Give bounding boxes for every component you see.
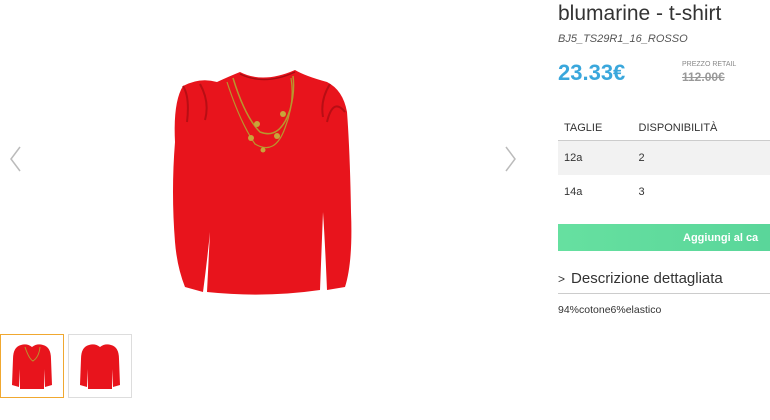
retail-price-label: PREZZO RETAIL — [682, 61, 737, 68]
thumbnail-1[interactable] — [0, 334, 64, 398]
sizes-header-taglie: TAGLIE — [558, 116, 629, 141]
size-value: 14a — [564, 186, 583, 198]
description-text: 94%cotone6%elastico — [558, 304, 662, 316]
size-row[interactable]: 14a 3 — [558, 175, 770, 209]
chevron-right-icon: > — [558, 272, 566, 286]
availability-value: 3 — [638, 186, 645, 198]
product-title: blumarine - t-shirt — [558, 2, 722, 25]
description-toggle[interactable]: > Descrizione dettagliata — [558, 270, 770, 294]
product-gallery — [0, 0, 540, 398]
product-price: 23.33€ — [558, 60, 626, 85]
add-to-cart-button[interactable]: Aggiungi al ca — [558, 224, 770, 251]
description-toggle-label: Descrizione dettagliata — [571, 270, 723, 287]
size-value: 12a — [558, 140, 629, 175]
sizes-header-row: TAGLIE DISPONIBILITÀ — [558, 116, 770, 141]
previous-image-arrow-icon[interactable] — [6, 144, 26, 174]
sizes-table: TAGLIE DISPONIBILITÀ 12a 2 14a 3 — [558, 116, 770, 209]
sizes-header-disponibilita: DISPONIBILITÀ — [628, 116, 770, 141]
retail-price: 112.00€ — [682, 70, 725, 84]
next-image-arrow-icon[interactable] — [500, 144, 520, 174]
product-info-panel: blumarine - t-shirt BJ5_TS29R1_16_ROSSO … — [558, 0, 770, 420]
thumbnail-2[interactable] — [68, 334, 132, 398]
product-code: BJ5_TS29R1_16_ROSSO — [558, 33, 688, 45]
product-main-image[interactable] — [155, 62, 370, 302]
availability-value: 2 — [628, 140, 770, 175]
size-row[interactable]: 12a 2 — [558, 140, 770, 175]
thumbnail-strip — [0, 334, 132, 398]
add-to-cart-label: Aggiungi al ca — [683, 231, 759, 244]
